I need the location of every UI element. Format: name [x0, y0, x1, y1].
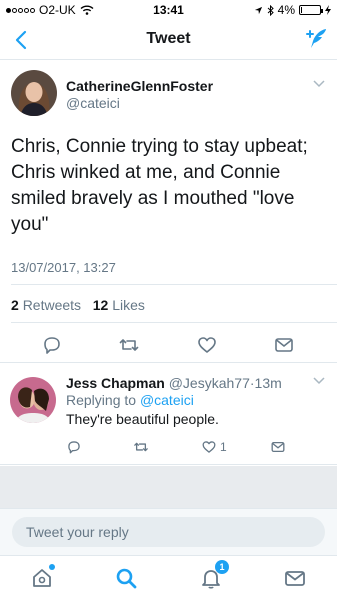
tweet-actions: [0, 334, 337, 358]
direct-message-icon[interactable]: [273, 334, 295, 356]
tab-messages[interactable]: [283, 566, 307, 590]
divider: [0, 362, 337, 363]
heart-icon[interactable]: [196, 334, 218, 356]
envelope-icon: [285, 571, 305, 586]
divider: [11, 322, 337, 323]
tab-home[interactable]: [30, 564, 55, 590]
reply-author-avatar[interactable]: [10, 377, 56, 423]
tweet-timestamp: 13/07/2017, 13:27: [11, 260, 116, 275]
retweet-icon[interactable]: [118, 334, 140, 356]
author-name[interactable]: CatherineGlennFoster: [66, 78, 213, 94]
reply-author-line: Jess Chapman @Jesykah77·13m: [66, 375, 282, 391]
author-handle[interactable]: @cateici: [66, 95, 120, 111]
reply-retweet-button[interactable]: [133, 439, 149, 455]
reply-author-handle[interactable]: @Jesykah77: [169, 375, 250, 391]
nav-bar: Tweet: [0, 20, 337, 60]
new-content-dot: [49, 564, 55, 570]
tweet-stats: 2 Retweets 12 Likes: [11, 297, 145, 313]
retweet-icon[interactable]: [133, 439, 149, 455]
replying-to-prefix: Replying to: [66, 392, 137, 408]
search-icon: [116, 568, 137, 589]
heart-icon[interactable]: [201, 439, 217, 455]
tab-search[interactable]: [114, 566, 138, 590]
chevron-down-icon[interactable]: [313, 377, 325, 385]
tab-notifications[interactable]: 1: [199, 560, 229, 590]
tab-bar: 1: [0, 555, 337, 600]
retweets-count[interactable]: 2: [11, 297, 19, 313]
likes-label[interactable]: Likes: [112, 297, 145, 313]
bluetooth-icon: [267, 4, 274, 16]
empty-area: [0, 466, 337, 508]
tweet-text: Chris, Connie trying to stay upbeat; Chr…: [11, 136, 308, 235]
reply-likes-count: 1: [220, 440, 227, 454]
reply-author-name[interactable]: Jess Chapman: [66, 375, 165, 391]
charging-bolt-icon: [325, 5, 331, 15]
chevron-down-icon[interactable]: [313, 80, 325, 88]
reply-time: 13m: [254, 375, 282, 391]
status-right: 4%: [254, 3, 331, 17]
reply-icon[interactable]: [66, 439, 82, 455]
reply-text: They're beautiful people.: [66, 411, 219, 427]
notifications-badge: 1: [215, 560, 229, 574]
reply-tweet[interactable]: Jess Chapman @Jesykah77·13m Replying to …: [0, 365, 337, 465]
compose-tweet-icon[interactable]: [303, 26, 329, 52]
battery-fill: [301, 7, 302, 13]
location-arrow-icon: [254, 6, 262, 14]
divider: [11, 284, 337, 285]
author-avatar[interactable]: [11, 70, 57, 116]
likes-count[interactable]: 12: [93, 297, 109, 313]
reply-dm-button[interactable]: [270, 439, 286, 455]
replying-to-handle[interactable]: @cateici: [140, 392, 194, 408]
page-title: Tweet: [146, 30, 191, 47]
reply-like-button[interactable]: 1: [201, 439, 227, 455]
reply-input[interactable]: [12, 517, 325, 547]
reply-reply-button[interactable]: [66, 439, 82, 455]
reply-icon[interactable]: [41, 334, 63, 356]
direct-message-icon[interactable]: [270, 439, 286, 455]
replying-to: Replying to @cateici: [66, 392, 194, 408]
battery-percent: 4%: [277, 3, 295, 17]
retweets-label[interactable]: Retweets: [23, 297, 81, 313]
battery-icon: [299, 5, 323, 15]
reply-composer: [0, 508, 337, 555]
status-bar: O2-UK 13:41 4%: [0, 0, 337, 20]
